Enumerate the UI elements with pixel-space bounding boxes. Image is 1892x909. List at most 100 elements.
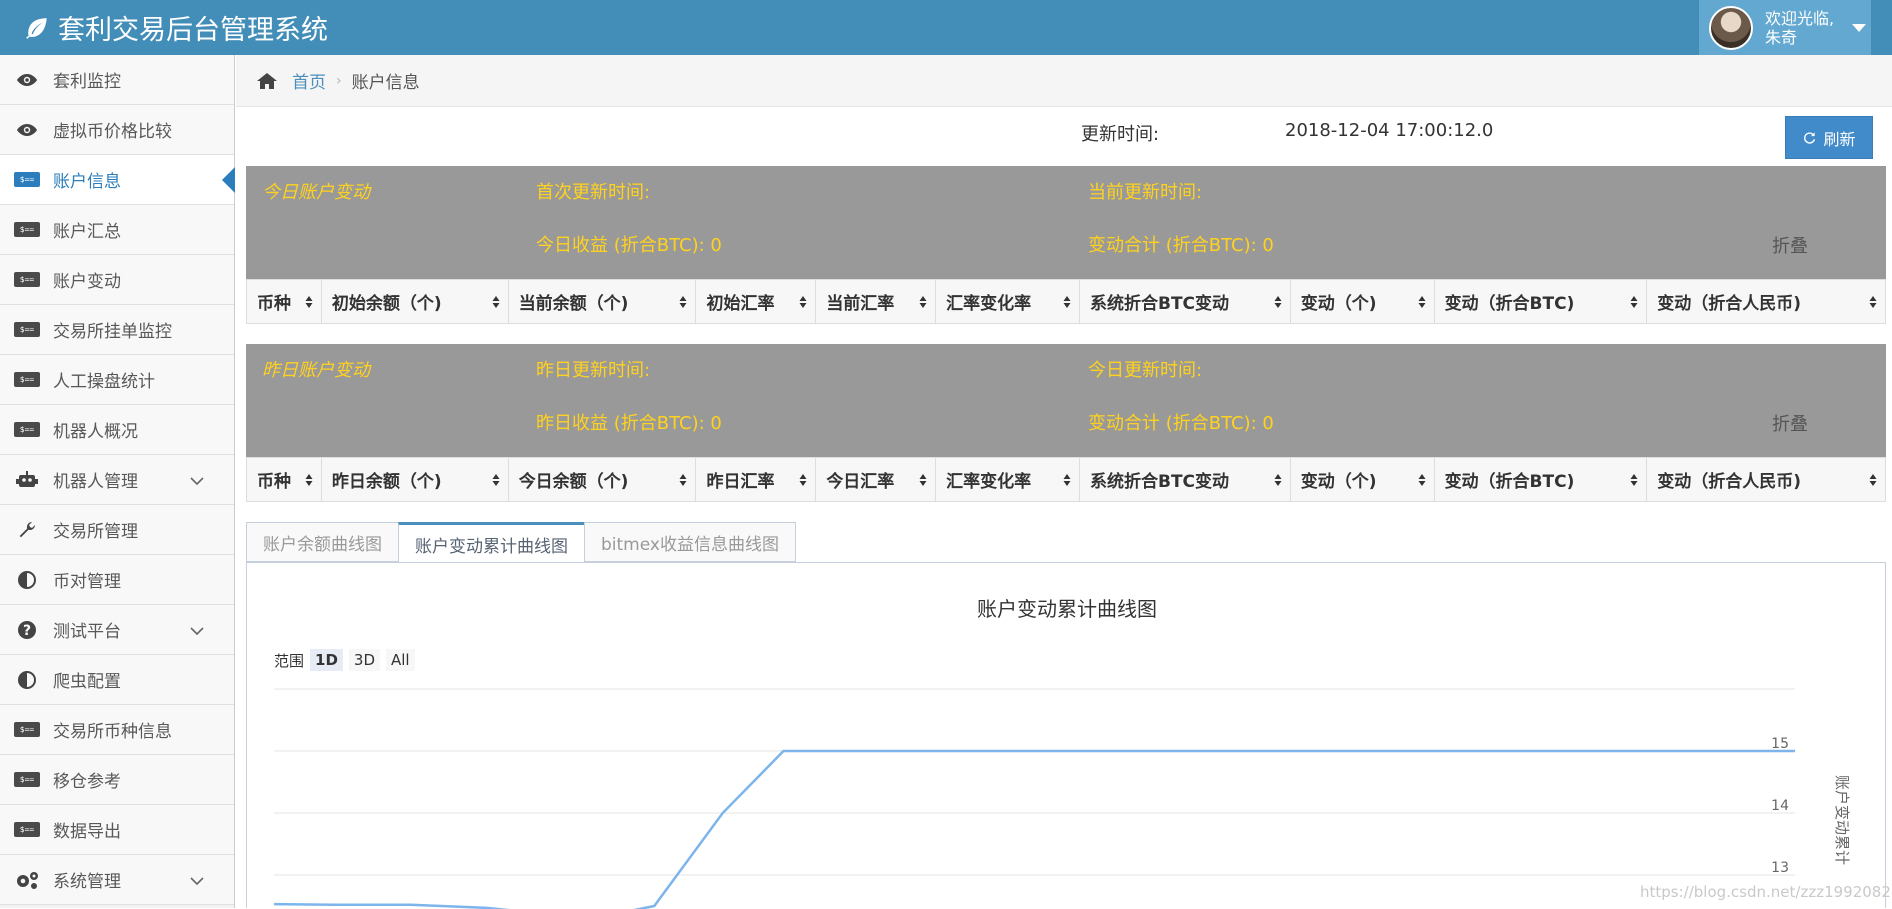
money-icon: $== [13, 822, 41, 837]
sort-icon [1630, 472, 1638, 486]
leaf-icon [26, 17, 47, 39]
sort-icon [1063, 294, 1071, 308]
column-header-label: 今日汇率 [826, 472, 895, 492]
column-header-label: 昨日汇率 [706, 472, 775, 492]
today-total: 变动合计 (折合BTC): 0 [1088, 235, 1274, 256]
sort-icon [305, 472, 313, 486]
y-tick-label: 13 [1771, 860, 1789, 876]
sidebar-item[interactable]: $== 账户汇总 [0, 205, 234, 255]
yesterday-table-header: 币种 昨日余额（个) 今日余额（个) 昨日汇率 今日汇率 汇率变化率 系统折合BTC变动 变动… [246, 457, 1886, 502]
column-header[interactable]: 币种 [247, 458, 322, 501]
column-header[interactable]: 当前汇率 [816, 280, 937, 323]
breadcrumb-current: 账户信息 [351, 73, 420, 93]
range-button[interactable]: 3D [348, 649, 380, 671]
refresh-label: 刷新 [1823, 129, 1856, 149]
tab[interactable]: bitmex收益信息曲线图 [584, 522, 796, 562]
svg-text:?: ? [23, 623, 31, 639]
caret-down-icon [1852, 23, 1867, 32]
sidebar-item[interactable]: 虚拟币价格比较 [0, 105, 234, 155]
refresh-button[interactable]: 刷新 [1785, 116, 1873, 159]
column-header[interactable]: 昨日余额（个) [322, 458, 509, 501]
column-header-label: 初始汇率 [706, 294, 775, 314]
sort-icon [919, 472, 927, 486]
column-header[interactable]: 变动（折合BTC) [1435, 280, 1648, 323]
sidebar-item[interactable]: $== 数据导出 [0, 805, 234, 855]
sidebar-item-label: 币对管理 [53, 572, 121, 592]
range-button[interactable]: All [386, 649, 415, 671]
sidebar-item-label: 账户汇总 [53, 222, 121, 242]
column-header[interactable]: 变动（个) [1291, 280, 1435, 323]
column-header-label: 系统折合BTC变动 [1090, 472, 1230, 492]
column-header[interactable]: 变动（个) [1291, 458, 1435, 501]
sidebar-item[interactable]: $== 账户变动 [0, 255, 234, 305]
tab[interactable]: 账户变动累计曲线图 [398, 522, 585, 564]
sort-icon [1869, 472, 1877, 486]
welcome-text: 欢迎光临, [1765, 8, 1835, 28]
column-header[interactable]: 当前余额（个) [509, 280, 697, 323]
gears-icon [13, 870, 41, 890]
sidebar-item[interactable]: 交易所管理 [0, 505, 234, 555]
sidebar-item[interactable]: $== 账户信息 [0, 155, 235, 205]
eye-icon [13, 123, 41, 137]
sidebar-item-label: 移仓参考 [53, 772, 121, 792]
sidebar-item-label: 机器人管理 [53, 472, 138, 492]
range-button[interactable]: 1D [310, 649, 343, 671]
sidebar-item[interactable]: $== 机器人概况 [0, 405, 234, 455]
column-header-label: 币种 [257, 294, 291, 314]
sidebar-item[interactable]: $== 人工操盘统计 [0, 355, 234, 405]
breadcrumb-home-link[interactable]: 首页 [292, 68, 326, 93]
column-header[interactable]: 今日汇率 [816, 458, 937, 501]
yesterday-income: 昨日收益 (折合BTC): 0 [536, 413, 722, 434]
sort-icon [1274, 472, 1282, 486]
range-label: 范围 [274, 651, 305, 670]
column-header[interactable]: 汇率变化率 [936, 280, 1080, 323]
column-header[interactable]: 币种 [247, 280, 322, 323]
column-header[interactable]: 变动（折合BTC) [1435, 458, 1648, 501]
sidebar-item-label: 测试平台 [53, 622, 121, 642]
column-header[interactable]: 系统折合BTC变动 [1080, 458, 1291, 501]
yesterday-total: 变动合计 (折合BTC): 0 [1088, 413, 1274, 434]
sidebar-item[interactable]: 机器人管理 [0, 455, 234, 505]
sidebar-item[interactable]: ? 测试平台 [0, 605, 234, 655]
column-header[interactable]: 汇率变化率 [936, 458, 1080, 501]
today-fold-button[interactable]: 折叠 [1772, 232, 1808, 258]
column-header[interactable]: 今日余额（个) [509, 458, 697, 501]
sidebar: 套利监控 虚拟币价格比较 $== 账户信息 $== 账户汇总 $== 账户变动 $== 交易所挂单… [0, 55, 235, 908]
sidebar-item[interactable]: $== 移仓参考 [0, 755, 234, 805]
column-header-label: 当前余额（个) [518, 294, 629, 314]
sidebar-item-label: 交易所管理 [53, 522, 138, 542]
tab[interactable]: 账户余额曲线图 [246, 522, 399, 562]
sidebar-item-label: 交易所币种信息 [53, 722, 172, 742]
sort-icon [492, 472, 500, 486]
top-navbar: 套利交易后台管理系统 欢迎光临, 朱奇 [0, 0, 1892, 55]
sidebar-item[interactable]: $== 交易所币种信息 [0, 705, 234, 755]
column-header-label: 币种 [257, 472, 291, 492]
column-header[interactable]: 昨日汇率 [696, 458, 817, 501]
sidebar-item-label: 数据导出 [53, 822, 121, 842]
column-header[interactable]: 初始余额（个) [322, 280, 509, 323]
sort-icon [1063, 472, 1071, 486]
yesterday-fold-button[interactable]: 折叠 [1772, 410, 1808, 436]
brand[interactable]: 套利交易后台管理系统 [24, 0, 328, 55]
today-summary-panel: 今日账户变动 首次更新时间: 当前更新时间: 今日收益 (折合BTC): 0 变… [246, 166, 1886, 279]
column-header-label: 变动（个) [1300, 294, 1377, 314]
sort-icon [1418, 472, 1426, 486]
sidebar-item[interactable]: 系统管理 [0, 855, 234, 905]
column-header[interactable]: 初始汇率 [696, 280, 817, 323]
sidebar-item[interactable]: $== 交易所挂单监控 [0, 305, 234, 355]
user-menu[interactable]: 欢迎光临, 朱奇 [1699, 0, 1871, 55]
money-icon: $== [13, 422, 41, 437]
money-icon: $== [13, 722, 41, 737]
column-header[interactable]: 变动（折合人民币) [1647, 458, 1885, 501]
column-header[interactable]: 变动（折合人民币) [1647, 280, 1885, 323]
sort-icon [305, 294, 313, 308]
sort-icon [1418, 294, 1426, 308]
money-icon: $== [13, 372, 41, 387]
sidebar-item[interactable]: 币对管理 [0, 555, 234, 605]
sidebar-item[interactable]: 爬虫配置 [0, 655, 234, 705]
sidebar-item[interactable]: 套利监控 [0, 55, 234, 105]
column-header-label: 今日余额（个) [518, 472, 629, 492]
column-header[interactable]: 系统折合BTC变动 [1080, 280, 1291, 323]
chevron-down-icon [190, 871, 204, 891]
today-first-update-label: 首次更新时间: [536, 182, 651, 203]
